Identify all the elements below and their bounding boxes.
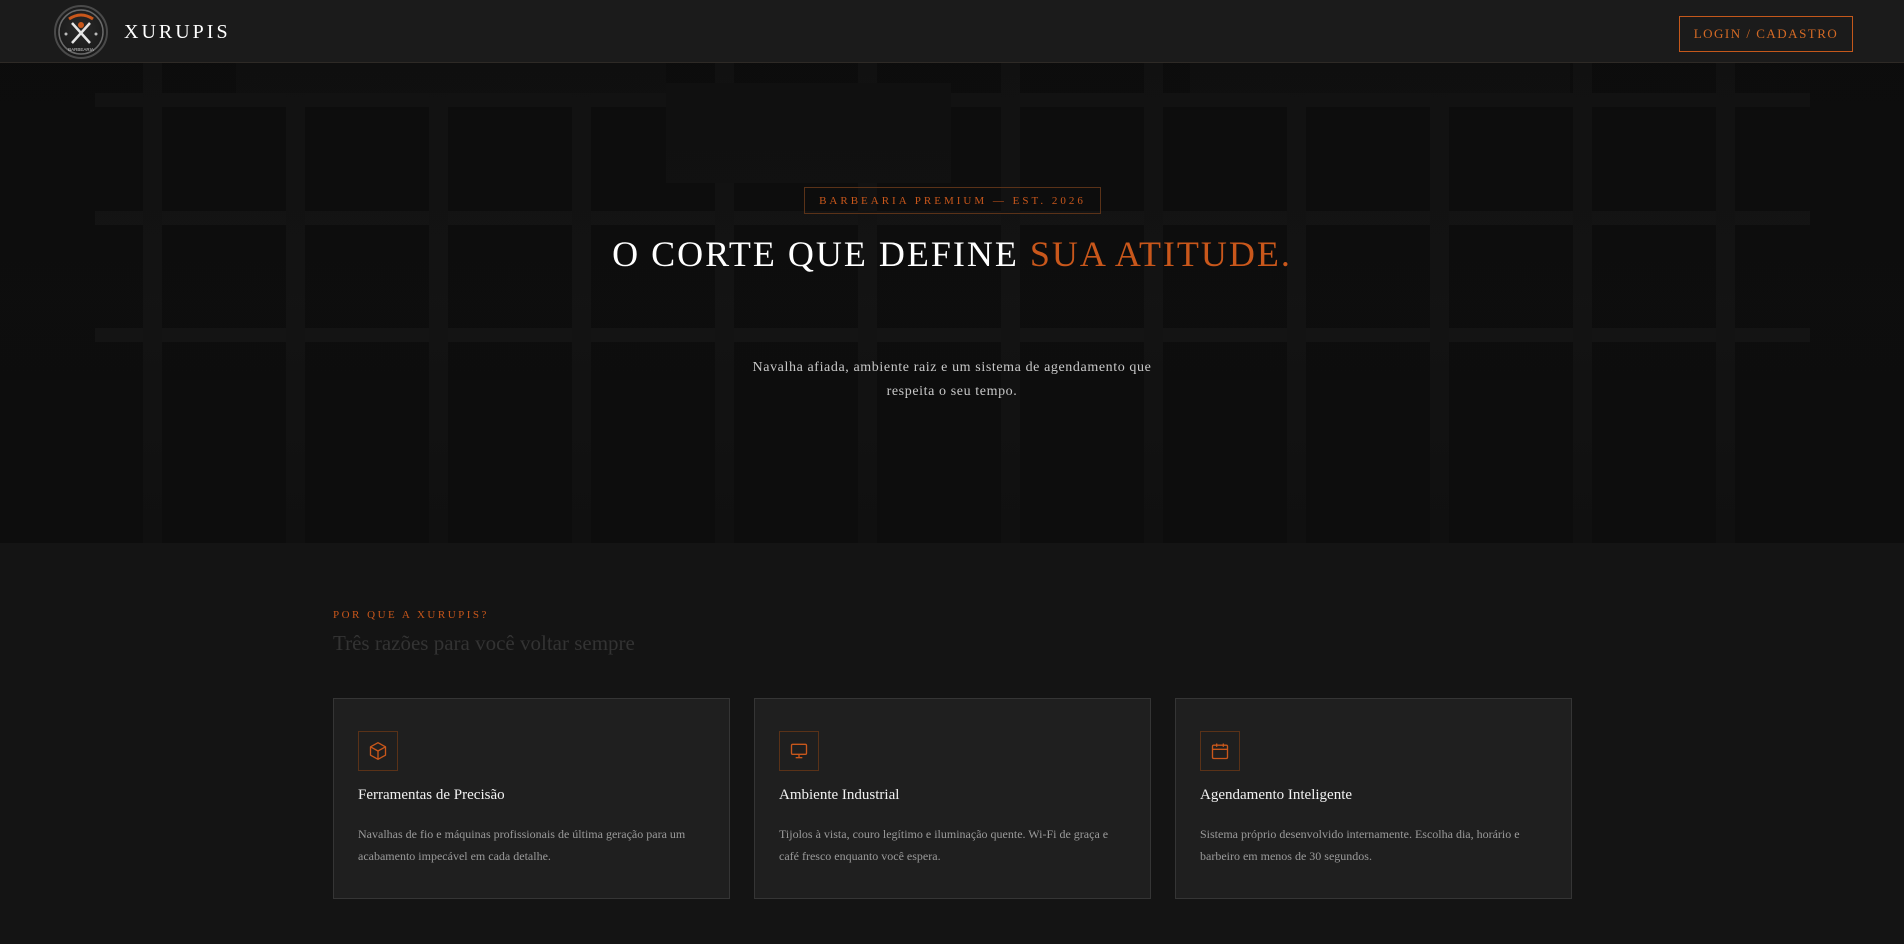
hero-section: BARBEARIA PREMIUM — EST. 2026 O CORTE QU… — [0, 63, 1904, 543]
feature-card-scheduling: Agendamento Inteligente Sistema próprio … — [1175, 698, 1572, 899]
login-signup-button[interactable]: LOGIN / CADASTRO — [1679, 16, 1853, 52]
feature-card-title: Ferramentas de Precisão — [358, 787, 505, 803]
hero-title: O CORTE QUE DEFINE SUA ATITUDE. — [552, 233, 1352, 276]
section-title: Três razões para você voltar sempre — [333, 631, 635, 655]
top-navbar: BARBEARIA XURUPIS LOGIN / CADASTRO — [0, 0, 1904, 63]
hero-subtitle: Navalha afiada, ambiente raiz e um siste… — [752, 360, 1152, 399]
feature-card-tools: Ferramentas de Precisão Navalhas de fio … — [333, 698, 730, 899]
hero-title-accent: SUA ATITUDE. — [1029, 234, 1292, 274]
features-section: POR QUE A XURUPIS? Três razões para você… — [0, 543, 1904, 944]
cube-icon — [358, 731, 398, 771]
brand-name: XURUPIS — [124, 20, 231, 43]
barber-crest-logo: BARBEARIA — [54, 5, 108, 59]
section-eyebrow: POR QUE A XURUPIS? — [333, 609, 489, 621]
svg-text:BARBEARIA: BARBEARIA — [68, 47, 94, 52]
hero-badge: BARBEARIA PREMIUM — EST. 2026 — [804, 187, 1101, 214]
brand-link[interactable]: BARBEARIA XURUPIS — [54, 5, 231, 59]
feature-card-text: Sistema próprio desenvolvido internament… — [1200, 827, 1520, 863]
feature-card-text: Tijolos à vista, couro legítimo e ilumin… — [779, 827, 1109, 863]
calendar-icon — [1200, 731, 1240, 771]
feature-card-title: Agendamento Inteligente — [1200, 787, 1353, 803]
hero-overlay — [0, 63, 1904, 543]
monitor-icon — [779, 731, 819, 771]
feature-card-title: Ambiente Industrial — [779, 787, 900, 803]
feature-card-ambience: Ambiente Industrial Tijolos à vista, cou… — [754, 698, 1151, 899]
feature-card-text: Navalhas de fio e máquinas profissionais… — [358, 827, 686, 863]
hero-title-main: O CORTE QUE DEFINE — [612, 234, 1030, 274]
